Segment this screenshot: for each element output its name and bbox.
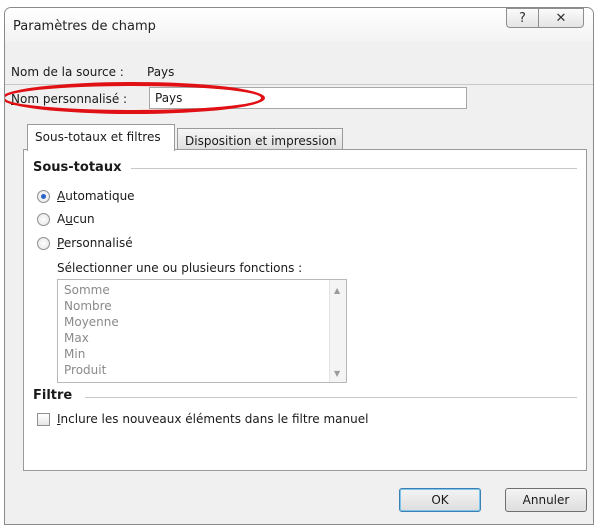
include-new-items-checkbox[interactable] <box>37 413 50 426</box>
list-item[interactable]: Min <box>64 347 85 361</box>
radio-custom[interactable] <box>37 237 50 250</box>
custom-name-label-text: om personnalisé : <box>19 92 128 106</box>
help-icon: ? <box>519 10 526 26</box>
cancel-button[interactable]: Annuler <box>505 488 587 512</box>
radio-none[interactable] <box>37 213 50 226</box>
title-bar[interactable]: Paramètres de champ ? ✕ <box>5 8 593 42</box>
divider <box>5 84 593 85</box>
section-divider <box>85 397 577 398</box>
mnemonic: P <box>57 236 64 250</box>
list-item[interactable]: Moyenne <box>64 315 119 329</box>
source-name-value: Pays <box>147 65 175 79</box>
dialog-title: Paramètres de champ <box>13 19 156 34</box>
scroll-down-icon[interactable]: ▼ <box>334 369 340 378</box>
filter-heading: Filtre <box>33 388 73 403</box>
option-text: utomatique <box>65 189 135 203</box>
include-new-items-label[interactable]: Inclure les nouveaux éléments dans le fi… <box>57 412 368 426</box>
close-button[interactable]: ✕ <box>538 8 584 28</box>
mnemonic: u <box>65 212 73 226</box>
custom-name-mnemonic: N <box>11 92 20 106</box>
listbox-scrollbar[interactable]: ▲ ▼ <box>329 280 346 382</box>
option-text: nclure les nouveaux éléments dans le fil… <box>60 412 369 426</box>
field-settings-dialog: Paramètres de champ ? ✕ Nom de la source… <box>4 7 594 525</box>
functions-label: Sélectionner une ou plusieurs fonctions … <box>57 261 303 275</box>
custom-name-input[interactable]: Pays <box>149 87 467 109</box>
list-item[interactable]: Nombre <box>64 299 112 313</box>
option-text: ersonnalisé <box>63 236 133 250</box>
radio-custom-label[interactable]: Personnalisé <box>57 236 133 250</box>
ok-button[interactable]: OK <box>399 488 481 512</box>
radio-automatic[interactable] <box>37 190 50 203</box>
tab-subtotals-filters[interactable]: Sous-totaux et filtres <box>27 124 175 151</box>
tab-label: Sous-totaux et filtres <box>35 130 161 144</box>
option-text: A <box>57 212 66 226</box>
list-item[interactable]: Max <box>64 331 89 345</box>
section-divider <box>131 168 577 169</box>
radio-automatic-label[interactable]: Automatique <box>57 189 135 203</box>
help-button[interactable]: ? <box>506 8 539 28</box>
subtotals-heading: Sous-totaux <box>33 160 122 175</box>
mnemonic: A <box>57 189 66 203</box>
list-item[interactable]: Somme <box>64 283 110 297</box>
list-item[interactable]: Produit <box>64 363 106 377</box>
tab-label: Disposition et impression <box>185 134 337 148</box>
source-name-label: Nom de la source : <box>11 65 124 79</box>
radio-none-label[interactable]: Aucun <box>57 212 95 226</box>
custom-name-label: Nom personnalisé : <box>11 92 127 106</box>
close-icon: ✕ <box>555 10 567 26</box>
scroll-up-icon[interactable]: ▲ <box>334 286 340 295</box>
option-text: cun <box>72 212 95 226</box>
functions-listbox[interactable]: Somme Nombre Moyenne Max Min Produit ▲ ▼ <box>57 279 347 383</box>
